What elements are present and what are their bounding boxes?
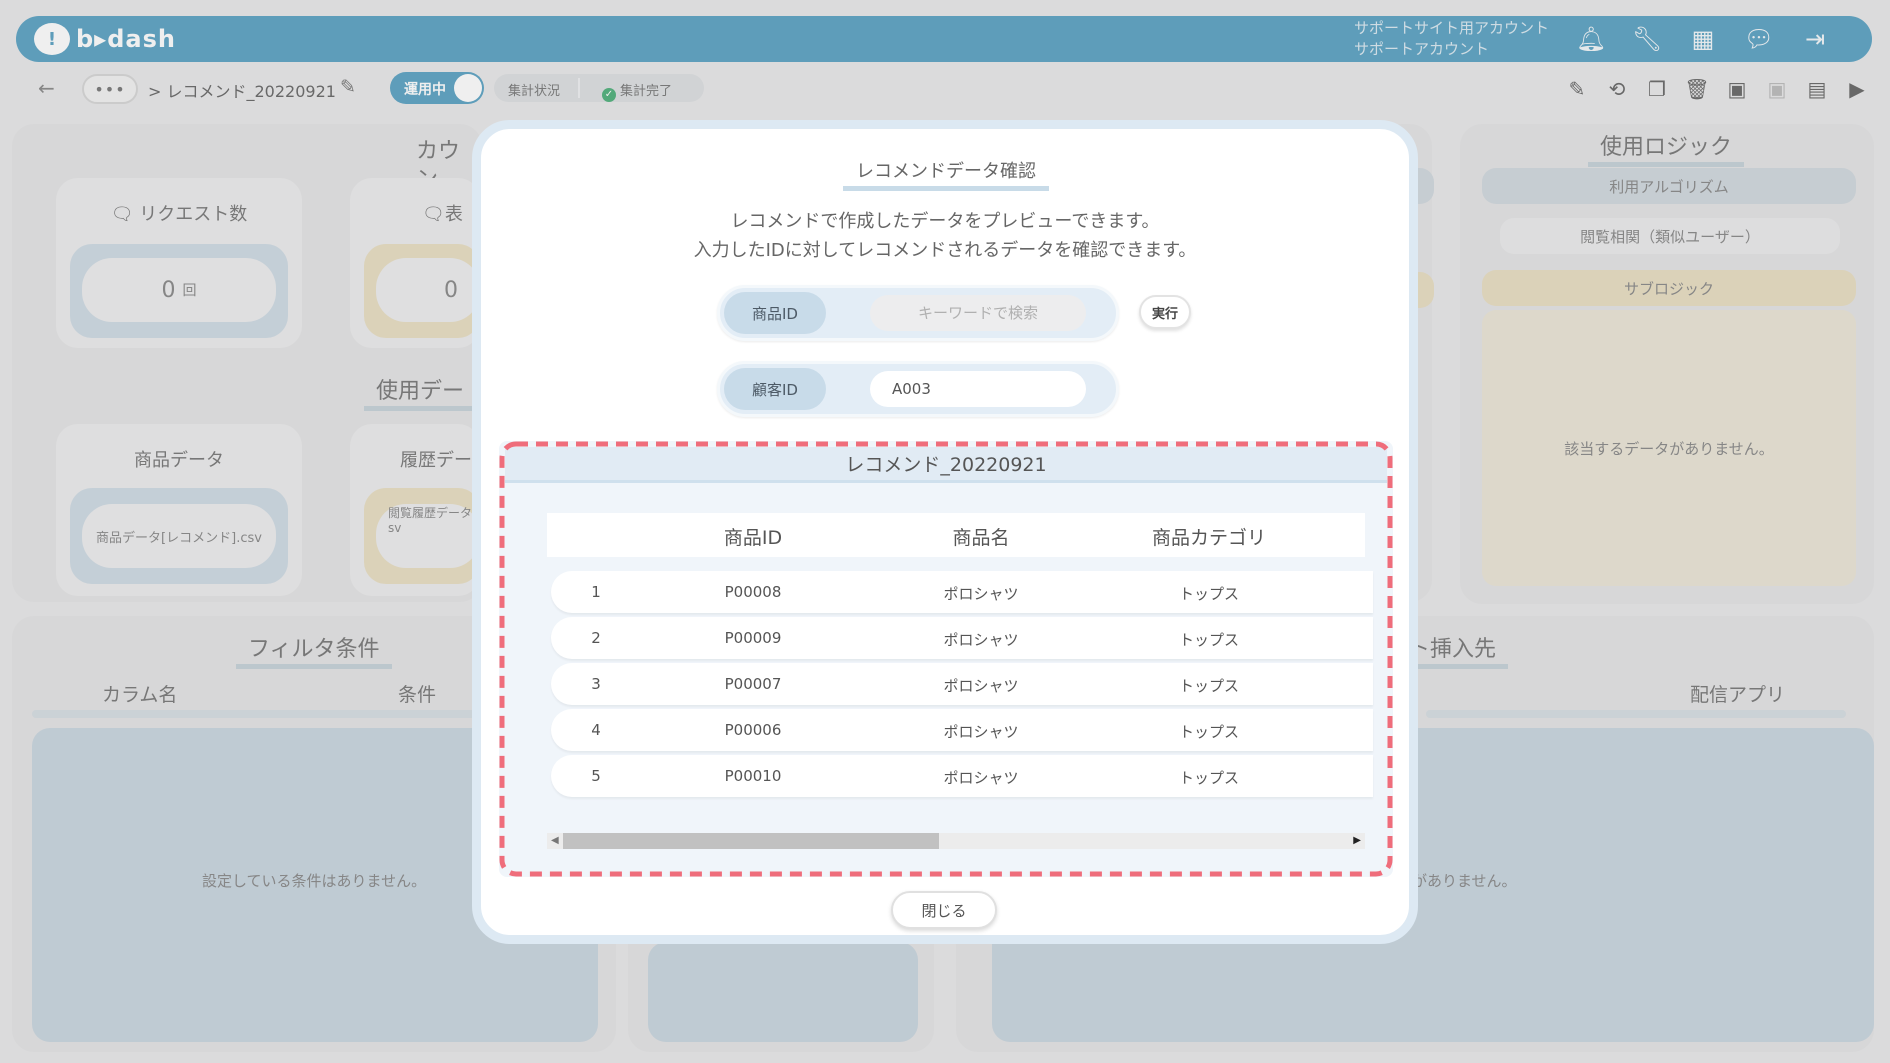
- product-id-label: 商品ID: [724, 292, 826, 334]
- row-product-name: ポロシャツ: [943, 585, 1019, 603]
- row-product-id: P00006: [724, 721, 782, 739]
- col-product-name: 商品名: [952, 527, 1010, 549]
- row-product-id: P00008: [724, 583, 782, 601]
- row-product-category: トップス: [1178, 631, 1239, 649]
- horizontal-scrollbar[interactable]: ◀ ▶: [547, 833, 1365, 849]
- customer-id-field: 顧客ID: [717, 361, 1119, 417]
- col-product-category: 商品カテゴリ: [1151, 527, 1266, 549]
- scroll-right-arrow-icon[interactable]: ▶: [1353, 835, 1361, 846]
- modal-title: レコメンドデータ確認: [843, 157, 1049, 191]
- highlight-dashed-border: [499, 441, 1393, 877]
- table-row[interactable]: 2 P00009 ポロシャツ トップス: [551, 617, 1373, 659]
- row-product-category: トップス: [1178, 769, 1239, 787]
- row-product-name: ポロシャツ: [943, 769, 1019, 787]
- table-row[interactable]: 1 P00008 ポロシャツ トップス: [551, 571, 1373, 613]
- result-section: レコメンド_20220921 商品ID 商品名 商品カテゴリ 1 P00008 …: [499, 441, 1393, 877]
- close-button[interactable]: 閉じる: [891, 891, 997, 929]
- customer-id-label: 顧客ID: [724, 368, 826, 410]
- modal-desc-line1: レコメンドで作成したデータをプレビューできます。: [730, 211, 1160, 232]
- table-row[interactable]: 4 P00006 ポロシャツ トップス: [551, 709, 1373, 751]
- row-product-id: P00009: [724, 629, 782, 647]
- row-number: 3: [591, 675, 601, 693]
- result-table-header: 商品ID 商品名 商品カテゴリ: [547, 513, 1365, 557]
- row-number: 2: [591, 629, 601, 647]
- product-id-field: 商品ID: [717, 285, 1119, 341]
- table-row[interactable]: 5 P00010 ポロシャツ トップス: [551, 755, 1373, 797]
- row-product-category: トップス: [1178, 585, 1239, 603]
- row-number: 4: [591, 721, 601, 739]
- row-product-id: P00010: [724, 767, 782, 785]
- execute-button[interactable]: 実行: [1139, 295, 1191, 329]
- scroll-thumb[interactable]: [563, 833, 939, 849]
- product-id-input[interactable]: [870, 295, 1086, 331]
- row-product-category: トップス: [1178, 723, 1239, 741]
- row-product-name: ポロシャツ: [943, 677, 1019, 695]
- row-product-name: ポロシャツ: [943, 631, 1019, 649]
- modal-desc-line2: 入力したIDに対してレコメンドされるデータを確認できます。: [693, 240, 1197, 261]
- row-number: 1: [591, 583, 601, 601]
- row-product-name: ポロシャツ: [943, 723, 1019, 741]
- modal-description: レコメンドで作成したデータをプレビューできます。 入力したIDに対してレコメンド…: [481, 207, 1409, 265]
- result-title: レコメンド_20220921: [505, 447, 1387, 483]
- row-number: 5: [591, 767, 601, 785]
- scroll-left-arrow-icon[interactable]: ◀: [551, 835, 559, 846]
- recommend-preview-modal: レコメンドデータ確認 レコメンドで作成したデータをプレビューできます。 入力した…: [472, 120, 1418, 944]
- table-row[interactable]: 3 P00007 ポロシャツ トップス: [551, 663, 1373, 705]
- col-product-id: 商品ID: [723, 527, 783, 549]
- row-product-category: トップス: [1178, 677, 1239, 695]
- row-product-id: P00007: [724, 675, 782, 693]
- customer-id-input[interactable]: [870, 371, 1086, 407]
